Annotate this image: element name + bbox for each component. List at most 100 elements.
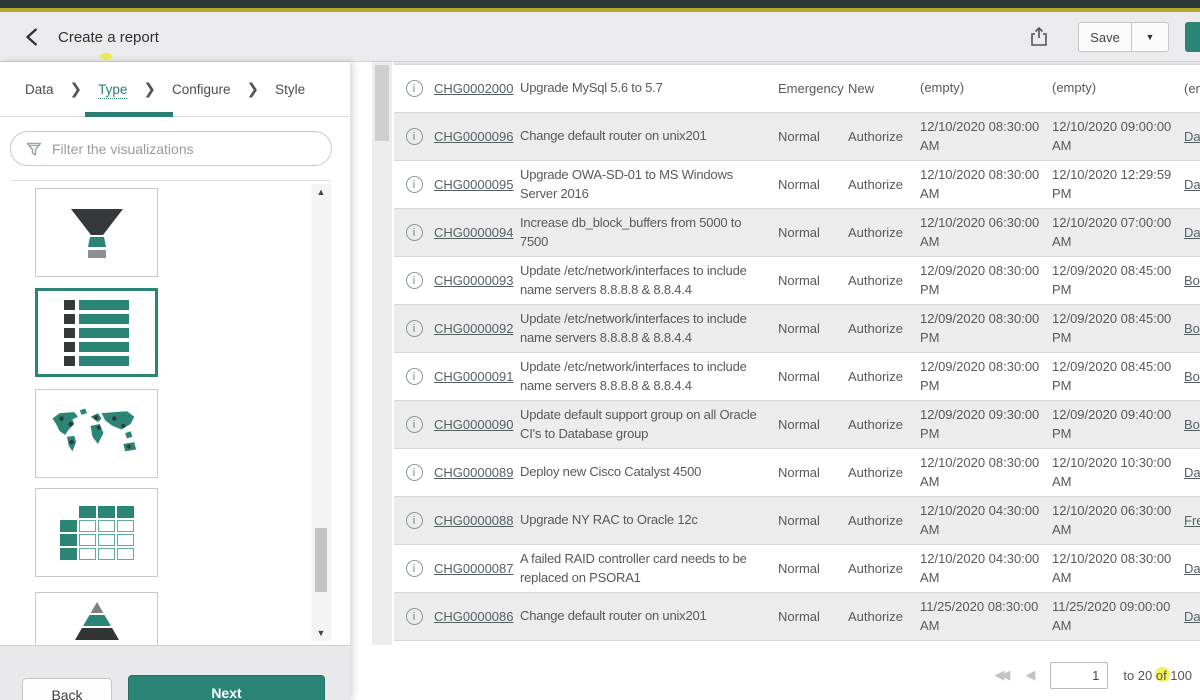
change-number-link[interactable]: CHG0000096: [434, 129, 520, 144]
next-button[interactable]: Next: [128, 675, 325, 700]
step-data[interactable]: Data: [25, 82, 54, 97]
step-style[interactable]: Style: [275, 82, 305, 97]
info-icon[interactable]: [406, 176, 423, 193]
table-row[interactable]: CHG0000088 Upgrade NY RAC to Oracle 12c …: [394, 497, 1200, 545]
viz-tile-pyramid[interactable]: [35, 592, 158, 645]
table-row[interactable]: CHG0000093 Update /etc/network/interface…: [394, 257, 1200, 305]
info-icon[interactable]: [406, 80, 423, 97]
assignee-link[interactable]: Dav: [1184, 225, 1200, 240]
viz-tile-list[interactable]: [35, 288, 158, 377]
info-icon[interactable]: [406, 128, 423, 145]
assignee-link[interactable]: Dav: [1184, 465, 1200, 480]
table-row[interactable]: CHG0000091 Update /etc/network/interface…: [394, 353, 1200, 401]
visualization-filter-input[interactable]: [52, 141, 331, 157]
first-page-icon[interactable]: ◀◀: [994, 667, 1010, 683]
heatmap-icon: [60, 506, 134, 560]
end-date-cell: 12/09/2020 08:45:00 PM: [1052, 358, 1184, 396]
visualization-list: ▲ ▼: [0, 182, 350, 645]
step-type[interactable]: Type: [98, 82, 127, 97]
viz-tile-funnel[interactable]: [35, 188, 158, 277]
table-row[interactable]: CHG0000087 A failed RAID controller card…: [394, 545, 1200, 593]
change-number-link[interactable]: CHG0000092: [434, 321, 520, 336]
assignee-link[interactable]: Fre: [1184, 513, 1200, 528]
viz-scrollbar-thumb[interactable]: [315, 528, 327, 592]
end-date-cell: 12/10/2020 07:00:00 AM: [1052, 214, 1184, 252]
change-number-link[interactable]: CHG0000088: [434, 513, 520, 528]
assignee-link[interactable]: Bow: [1184, 273, 1200, 288]
change-number-link[interactable]: CHG0000086: [434, 609, 520, 624]
change-number-link[interactable]: CHG0000091: [434, 369, 520, 384]
assignee-link[interactable]: Dav: [1184, 609, 1200, 624]
brand-strip-dark: [0, 0, 1200, 8]
page-input[interactable]: [1050, 662, 1108, 689]
back-arrow-icon[interactable]: [22, 26, 44, 48]
assignee-link[interactable]: (em: [1184, 81, 1200, 96]
info-icon[interactable]: [406, 464, 423, 481]
assignee-link[interactable]: Dav: [1184, 561, 1200, 576]
chevron-right-icon: ❯: [143, 80, 156, 98]
table-row[interactable]: CHG0000092 Update /etc/network/interface…: [394, 305, 1200, 353]
info-icon[interactable]: [406, 368, 423, 385]
table-row[interactable]: CHG0000095 Upgrade OWA-SD-01 to MS Windo…: [394, 161, 1200, 209]
info-icon[interactable]: [406, 320, 423, 337]
start-date-cell: 12/09/2020 08:30:00 PM: [920, 358, 1052, 396]
assignee-link[interactable]: Bow: [1184, 369, 1200, 384]
table-row[interactable]: CHG0000094 Increase db_block_buffers fro…: [394, 209, 1200, 257]
info-icon[interactable]: [406, 416, 423, 433]
change-number-link[interactable]: CHG0000087: [434, 561, 520, 576]
previous-page-icon[interactable]: ◀: [1025, 667, 1035, 683]
info-icon[interactable]: [406, 512, 423, 529]
end-date-cell: 12/09/2020 09:40:00 PM: [1052, 406, 1184, 444]
priority-cell: Normal: [778, 561, 848, 576]
assignee-link[interactable]: Bow: [1184, 321, 1200, 336]
change-number-link[interactable]: CHG0002000: [434, 81, 520, 96]
table-scrollbar-thumb[interactable]: [375, 65, 389, 141]
back-button[interactable]: Back: [22, 678, 112, 700]
priority-cell: Normal: [778, 321, 848, 336]
report-type-panel: Data ❯ Type ❯ Configure ❯ Style: [0, 62, 350, 700]
table-row[interactable]: CHG0002000 Upgrade MySql 5.6 to 5.7 Emer…: [394, 65, 1200, 113]
change-number-link[interactable]: CHG0000095: [434, 177, 520, 192]
save-split-button: Save ▼: [1078, 22, 1169, 52]
info-icon[interactable]: [406, 224, 423, 241]
table-row[interactable]: CHG0000096 Change default router on unix…: [394, 113, 1200, 161]
info-cell: [394, 224, 434, 241]
pyramid-chart-icon: [73, 600, 121, 642]
info-cell: [394, 320, 434, 337]
start-date-cell: 12/10/2020 08:30:00 AM: [920, 118, 1052, 156]
short-description: Upgrade MySql 5.6 to 5.7: [520, 79, 778, 98]
toolbar-edge-button[interactable]: [1185, 22, 1200, 52]
table-row[interactable]: CHG0000090 Update default support group …: [394, 401, 1200, 449]
end-date-cell: 11/25/2020 09:00:00 AM: [1052, 598, 1184, 636]
assignee-link[interactable]: Dav: [1184, 177, 1200, 192]
assignee-link[interactable]: Bow: [1184, 417, 1200, 432]
viz-tile-map[interactable]: [35, 389, 158, 478]
info-icon[interactable]: [406, 608, 423, 625]
info-icon[interactable]: [406, 560, 423, 577]
scroll-up-icon[interactable]: ▲: [311, 187, 331, 197]
change-number-link[interactable]: CHG0000094: [434, 225, 520, 240]
info-icon[interactable]: [406, 272, 423, 289]
end-date-cell: 12/09/2020 08:45:00 PM: [1052, 310, 1184, 348]
viz-tile-heatmap[interactable]: [35, 488, 158, 577]
save-button[interactable]: Save: [1079, 23, 1131, 51]
step-configure[interactable]: Configure: [172, 82, 231, 97]
short-description: Upgrade OWA-SD-01 to MS Windows Server 2…: [520, 166, 778, 204]
change-number-link[interactable]: CHG0000089: [434, 465, 520, 480]
change-number-link[interactable]: CHG0000090: [434, 417, 520, 432]
table-row[interactable]: CHG0000086 Change default router on unix…: [394, 593, 1200, 641]
short-description: Increase db_block_buffers from 5000 to 7…: [520, 214, 778, 252]
end-date-cell: 12/10/2020 09:00:00 AM: [1052, 118, 1184, 156]
visualization-filter: [10, 131, 332, 166]
change-number-link[interactable]: CHG0000093: [434, 273, 520, 288]
table-scrollbar[interactable]: [372, 62, 392, 645]
table-row[interactable]: CHG0000089 Deploy new Cisco Catalyst 450…: [394, 449, 1200, 497]
scroll-down-icon[interactable]: ▼: [311, 628, 331, 638]
viz-scrollbar[interactable]: ▲ ▼: [311, 184, 331, 641]
save-dropdown-caret[interactable]: ▼: [1131, 23, 1168, 51]
cursor-highlight: [100, 53, 112, 60]
share-icon[interactable]: [1026, 24, 1052, 50]
info-cell: [394, 416, 434, 433]
assignee-link[interactable]: Dav: [1184, 129, 1200, 144]
state-cell: Authorize: [848, 513, 920, 528]
